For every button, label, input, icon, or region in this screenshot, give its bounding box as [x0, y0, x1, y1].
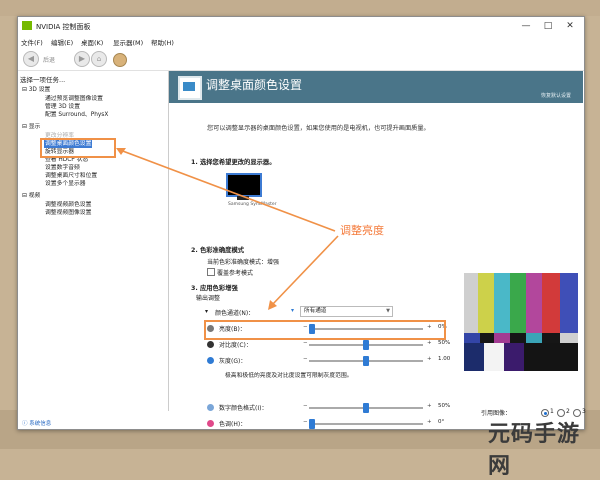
selected-item-highlight — [40, 138, 116, 158]
annotation-text: 调整亮度 — [340, 224, 384, 237]
site-watermark: 元码手游网 — [488, 421, 581, 479]
annotation-overlay — [40, 138, 339, 310]
annotation-arrow-to-brightness — [271, 235, 339, 306]
annotation-arrow-to-sidebar — [119, 149, 336, 232]
